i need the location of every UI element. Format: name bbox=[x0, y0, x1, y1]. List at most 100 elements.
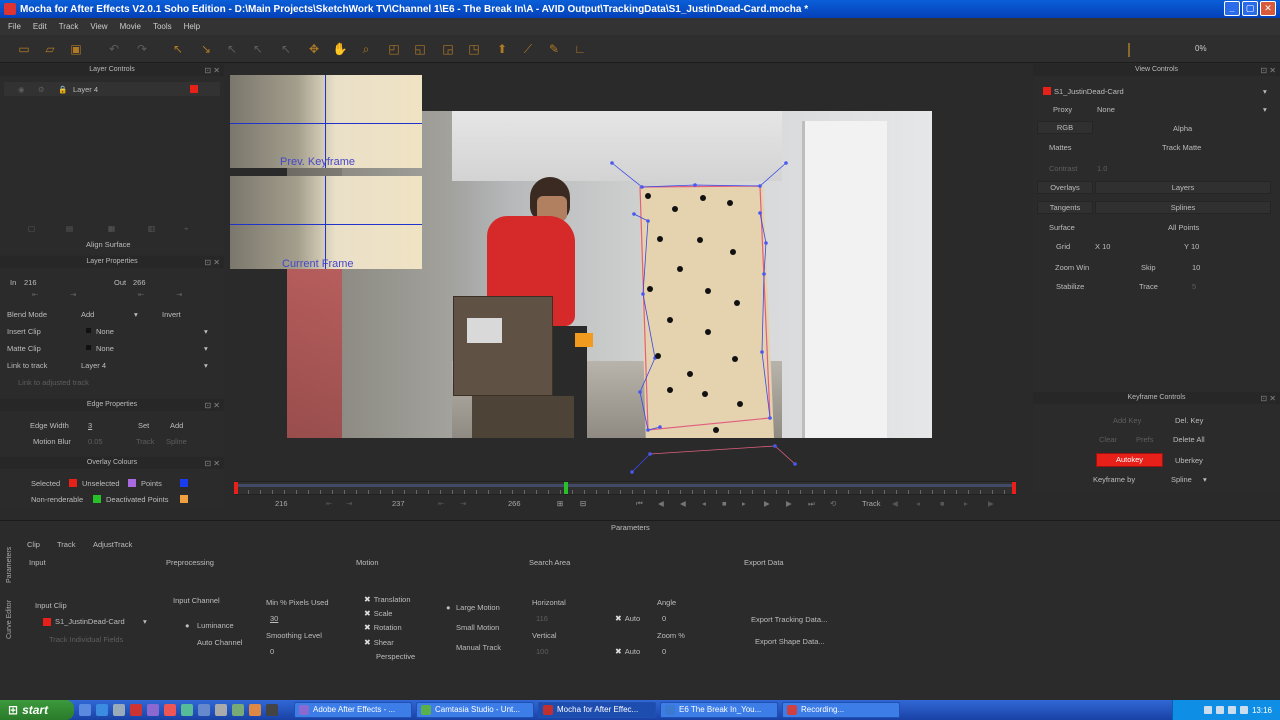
new-project-icon[interactable]: ▭ bbox=[16, 41, 32, 57]
quicklaunch-desktop-icon[interactable] bbox=[79, 704, 91, 716]
overlays-button[interactable]: Overlays bbox=[1037, 181, 1093, 194]
quicklaunch-premiere-icon[interactable] bbox=[147, 704, 159, 716]
grid-x-input[interactable]: X 10 bbox=[1095, 242, 1110, 251]
minimize-button[interactable]: _ bbox=[1224, 1, 1240, 16]
pick-tool-icon[interactable]: ↖ bbox=[170, 41, 186, 57]
min-pixels-input[interactable]: 30 bbox=[270, 614, 278, 623]
grid-button[interactable]: Grid bbox=[1056, 242, 1070, 251]
zoom-timeline-icon[interactable]: ⊞ bbox=[557, 499, 563, 508]
quicklaunch-app7-icon[interactable] bbox=[266, 704, 278, 716]
timeline-start-frame[interactable]: 216 bbox=[275, 499, 288, 508]
quicklaunch-ie-icon[interactable] bbox=[96, 704, 108, 716]
go-out-icon[interactable]: ⇤ bbox=[138, 290, 144, 299]
invert-toggle[interactable]: Invert bbox=[162, 310, 181, 319]
horizontal-input[interactable]: 116 bbox=[536, 614, 548, 623]
del-key-button[interactable]: Del. Key bbox=[1175, 416, 1203, 425]
selected-color-swatch[interactable] bbox=[69, 479, 77, 487]
add-key-button[interactable]: Add Key bbox=[1113, 416, 1141, 425]
duplicate-layer-icon[interactable]: ▦ bbox=[108, 224, 115, 233]
start-button[interactable]: ⊞ start bbox=[0, 700, 74, 720]
contrast-input[interactable]: 1.0 bbox=[1097, 164, 1107, 173]
luminance-radio-dot[interactable]: ● bbox=[185, 621, 190, 630]
motion-blur-input[interactable]: 0.05 bbox=[88, 437, 103, 446]
quicklaunch-app2-icon[interactable] bbox=[181, 704, 193, 716]
lock-icon[interactable]: 🔒 bbox=[58, 85, 67, 94]
delete-all-button[interactable]: Delete All bbox=[1173, 435, 1205, 444]
hand-tool-icon[interactable]: ✋ bbox=[332, 41, 348, 57]
add-point-tool-icon[interactable]: ↖ bbox=[224, 41, 240, 57]
add-x-spline-tool-icon[interactable]: ◱ bbox=[412, 41, 428, 57]
input-clip-select[interactable]: S1_JustinDead-Card bbox=[55, 617, 125, 626]
rgb-button[interactable]: RGB bbox=[1037, 121, 1093, 134]
menu-track[interactable]: Track bbox=[59, 22, 79, 31]
set-in-icon[interactable]: ⇤ bbox=[32, 290, 38, 299]
tangents-button[interactable]: Tangents bbox=[1037, 201, 1093, 214]
maximize-button[interactable]: ▢ bbox=[1242, 1, 1258, 16]
edge-set-button[interactable]: Set bbox=[138, 421, 149, 430]
spline-overlay[interactable] bbox=[230, 74, 1020, 474]
quicklaunch-app3-icon[interactable] bbox=[198, 704, 210, 716]
perspective-checkbox[interactable]: Perspective bbox=[376, 652, 415, 661]
task-after-effects[interactable]: Adobe After Effects - ... bbox=[294, 702, 412, 718]
delete-layer-icon[interactable]: ▤ bbox=[66, 224, 73, 233]
quicklaunch-app4-icon[interactable] bbox=[215, 704, 227, 716]
save-icon[interactable]: ▣ bbox=[68, 41, 84, 57]
tab-adjust-track[interactable]: AdjustTrack bbox=[93, 540, 132, 549]
grid-y-input[interactable]: Y 10 bbox=[1184, 242, 1199, 251]
menu-file[interactable]: File bbox=[8, 22, 21, 31]
large-motion-radio-dot[interactable]: ● bbox=[446, 603, 451, 612]
move-point-tool-icon[interactable]: ↖ bbox=[278, 41, 294, 57]
luminance-radio[interactable]: Luminance bbox=[197, 621, 234, 630]
menu-view[interactable]: View bbox=[90, 22, 107, 31]
unselected-color-swatch[interactable] bbox=[128, 479, 136, 487]
out-point-marker[interactable] bbox=[1012, 482, 1016, 494]
set-out-icon[interactable]: ⇥ bbox=[176, 290, 182, 299]
x-spline-tool-icon[interactable]: ◰ bbox=[386, 41, 402, 57]
export-shape-data-button[interactable]: Export Shape Data... bbox=[755, 637, 825, 646]
edge-add-button[interactable]: Add bbox=[170, 421, 183, 430]
zoom-tool-icon[interactable]: ⌕ bbox=[358, 41, 374, 57]
uberkey-button[interactable]: Uberkey bbox=[1175, 456, 1203, 465]
spline-points[interactable] bbox=[610, 161, 797, 474]
task-camtasia[interactable]: Camtasia Studio - Unt... bbox=[416, 702, 534, 718]
zoom-win-button[interactable]: Zoom Win bbox=[1055, 263, 1089, 272]
track-individual-fields-checkbox[interactable]: Track Individual Fields bbox=[49, 635, 123, 644]
merge-layer-icon[interactable]: ▥ bbox=[148, 224, 155, 233]
blend-mode-select[interactable]: Add bbox=[81, 310, 94, 319]
stabilize-button[interactable]: Stabilize bbox=[1056, 282, 1084, 291]
track-forward-icon[interactable]: ▶ bbox=[988, 499, 994, 508]
menu-tools[interactable]: Tools bbox=[153, 22, 172, 31]
step-forward-icon[interactable]: ▸ bbox=[742, 499, 746, 508]
task-e6-break-in[interactable]: E6 The Break In_You... bbox=[660, 702, 778, 718]
splines-button[interactable]: Splines bbox=[1095, 201, 1271, 214]
large-motion-radio[interactable]: Large Motion bbox=[456, 603, 500, 612]
alpha-button[interactable]: Alpha bbox=[1173, 124, 1192, 133]
clear-button[interactable]: Clear bbox=[1099, 435, 1117, 444]
autokey-button[interactable]: Autokey bbox=[1096, 453, 1163, 467]
side-tab-parameters[interactable]: Parameters bbox=[6, 547, 13, 583]
first-frame-icon[interactable]: ⏮ bbox=[636, 499, 643, 509]
track-step-forward-icon[interactable]: ▸ bbox=[964, 499, 968, 508]
next-key-icon[interactable]: ▶ bbox=[786, 499, 792, 508]
tray-app-icon[interactable] bbox=[1239, 706, 1248, 714]
deactivated-color-swatch[interactable] bbox=[180, 495, 188, 503]
network-icon[interactable] bbox=[1203, 706, 1212, 714]
edge-spline-button[interactable]: Spline bbox=[166, 437, 187, 446]
in-value[interactable]: 216 bbox=[24, 278, 37, 287]
align-surface-button[interactable]: Align Surface bbox=[86, 240, 131, 249]
add-layer-icon[interactable]: ▢ bbox=[28, 224, 35, 233]
volume-icon[interactable] bbox=[1215, 706, 1224, 714]
task-recording[interactable]: Recording... bbox=[782, 702, 900, 718]
go-in-icon[interactable]: ⇥ bbox=[346, 499, 352, 508]
timeline-current-frame[interactable]: 237 bbox=[392, 499, 405, 508]
task-mocha[interactable]: Mocha for After Effec... bbox=[538, 702, 656, 718]
add-bezier-tool-icon[interactable]: ◳ bbox=[466, 41, 482, 57]
menu-help[interactable]: Help bbox=[184, 22, 200, 31]
track-stop-icon[interactable]: ■ bbox=[940, 499, 945, 508]
all-points-button[interactable]: All Points bbox=[1168, 223, 1199, 232]
track-backward-icon[interactable]: ◀ bbox=[892, 499, 898, 508]
export-tracking-data-button[interactable]: Export Tracking Data... bbox=[751, 615, 827, 624]
zoom-percent-input[interactable]: 0 bbox=[662, 647, 666, 656]
menu-edit[interactable]: Edit bbox=[33, 22, 47, 31]
proxy-select[interactable]: None bbox=[1097, 105, 1115, 114]
